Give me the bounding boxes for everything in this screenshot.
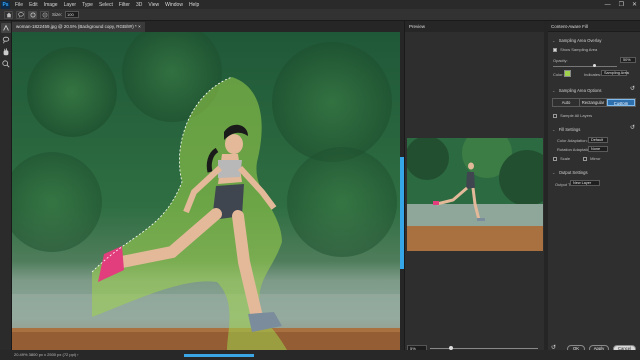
- menu-window[interactable]: Window: [162, 2, 186, 8]
- size-label: Size:: [52, 12, 63, 17]
- menu-filter[interactable]: Filter: [116, 2, 133, 8]
- mode-custom-button[interactable]: Custom: [607, 99, 635, 106]
- opacity-input[interactable]: 50%: [620, 57, 636, 63]
- menu-bar: Ps File Edit Image Layer Type Select Fil…: [0, 0, 640, 9]
- reset-icon[interactable]: ↺: [630, 85, 635, 92]
- color-adaptation-label: Color Adaptation:: [557, 138, 588, 143]
- fill-settings-header: Fill Settings: [558, 127, 581, 132]
- preview-panel: Preview 5%: [404, 21, 544, 352]
- indicates-dropdown[interactable]: Sampling Area: [601, 70, 629, 76]
- section-sampling-overlay[interactable]: ⌄ Sampling Area Overlay: [552, 38, 602, 43]
- options-bar: Size: 100: [0, 9, 640, 21]
- sample-all-layers-label: Sample All Layers: [560, 113, 593, 118]
- scale-checkbox[interactable]: [553, 156, 557, 161]
- sampling-mode-segmented: Auto Rectangular Custom: [552, 98, 636, 107]
- tools-panel: [0, 21, 12, 350]
- mirror-checkbox[interactable]: [583, 156, 587, 161]
- subtract-from-selection-icon[interactable]: [40, 10, 49, 19]
- menu-type[interactable]: Type: [79, 2, 96, 8]
- rotation-adaptation-dropdown[interactable]: None: [588, 146, 608, 152]
- status-bar: 20.49% 3800 px x 2500 px (72 ppi) ›: [0, 350, 640, 360]
- restore-button[interactable]: ❐: [619, 1, 624, 8]
- reset-icon[interactable]: ↺: [630, 124, 635, 131]
- overlay-color-swatch[interactable]: [564, 70, 571, 77]
- add-to-selection-icon[interactable]: [28, 10, 37, 19]
- lasso-tool-option-icon[interactable]: [16, 10, 25, 19]
- zoom-icon[interactable]: [1, 59, 11, 69]
- color-adaptation-dropdown[interactable]: Default: [588, 137, 608, 143]
- indicates-label: Indicates:: [584, 72, 602, 77]
- chevron-down-icon: ⌄: [552, 38, 556, 43]
- section-fill-settings[interactable]: ⌄ Fill Settings: [552, 127, 580, 132]
- mode-auto-button[interactable]: Auto: [553, 99, 580, 106]
- lasso-alt-icon[interactable]: [1, 35, 11, 45]
- chevron-down-icon: ⌄: [552, 88, 556, 93]
- hand-icon[interactable]: [1, 47, 11, 57]
- menu-image[interactable]: Image: [41, 2, 61, 8]
- color-label: Color:: [553, 72, 564, 77]
- show-sampling-area-row[interactable]: Show Sampling Area: [553, 47, 597, 52]
- app-logo: Ps: [1, 0, 10, 9]
- scale-row[interactable]: Scale: [553, 156, 570, 161]
- sampling-overlay-header: Sampling Area Overlay: [558, 38, 602, 43]
- status-text: 20.49% 3800 px x 2500 px (72 ppi) ›: [14, 352, 79, 357]
- preview-title: Preview: [405, 21, 544, 32]
- sample-all-layers-row[interactable]: Sample All Layers: [553, 113, 592, 118]
- close-window-button[interactable]: ✕: [632, 1, 637, 8]
- menu-select[interactable]: Select: [96, 2, 116, 8]
- preview-zoom-knob[interactable]: [448, 345, 453, 350]
- panel-title: Content-Aware Fill: [548, 21, 640, 32]
- section-output-settings[interactable]: ⌄ Output Settings: [552, 170, 588, 175]
- section-sampling-options[interactable]: ⌄ Sampling Area Options: [552, 88, 602, 93]
- opacity-slider[interactable]: [553, 64, 617, 67]
- home-icon[interactable]: [4, 10, 13, 19]
- close-tab-icon[interactable]: ×: [138, 24, 141, 29]
- show-sampling-area-checkbox[interactable]: [553, 47, 557, 52]
- content-aware-fill-panel: Content-Aware Fill ⌄ Sampling Area Overl…: [548, 21, 640, 360]
- lasso-icon[interactable]: [1, 23, 11, 33]
- chevron-down-icon: ⌄: [552, 127, 556, 132]
- mirror-row[interactable]: Mirror: [583, 156, 601, 161]
- size-input[interactable]: 100: [65, 11, 80, 18]
- document-canvas[interactable]: [12, 32, 400, 350]
- menu-help[interactable]: Help: [186, 2, 202, 8]
- mode-rectangular-button[interactable]: Rectangular: [580, 99, 607, 106]
- scale-label: Scale: [560, 156, 571, 161]
- photo-runner: [12, 32, 400, 350]
- menu-file[interactable]: File: [12, 2, 26, 8]
- window-controls: — ❐ ✕: [605, 0, 637, 9]
- sample-all-layers-checkbox[interactable]: [553, 113, 557, 118]
- menu-layer[interactable]: Layer: [61, 2, 80, 8]
- output-to-dropdown[interactable]: New Layer: [570, 180, 600, 186]
- show-sampling-area-label: Show Sampling Area: [560, 47, 598, 52]
- minimize-button[interactable]: —: [605, 2, 611, 8]
- menu-edit[interactable]: Edit: [26, 2, 41, 8]
- sampling-options-header: Sampling Area Options: [558, 88, 602, 93]
- menu-3d[interactable]: 3D: [133, 2, 145, 8]
- preview-image[interactable]: [407, 138, 543, 251]
- document-tab[interactable]: woman-1822459.jpg @ 20.5% (Background co…: [12, 22, 145, 32]
- horizontal-scrollbar[interactable]: [184, 354, 254, 357]
- output-settings-header: Output Settings: [558, 170, 588, 175]
- menu-view[interactable]: View: [145, 2, 162, 8]
- chevron-down-icon: ⌄: [552, 170, 556, 175]
- mirror-label: Mirror: [590, 156, 601, 161]
- document-tab-title: woman-1822459.jpg @ 20.5% (Background co…: [16, 24, 137, 29]
- opacity-label: Opacity:: [553, 58, 568, 63]
- opacity-slider-knob[interactable]: [593, 64, 596, 67]
- preview-zoom-slider[interactable]: [430, 345, 538, 350]
- document-tab-bar: woman-1822459.jpg @ 20.5% (Background co…: [12, 21, 400, 32]
